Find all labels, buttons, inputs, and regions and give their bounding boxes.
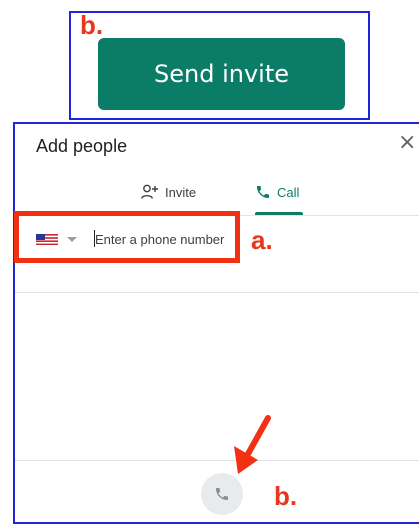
send-invite-button[interactable]: Send invite xyxy=(98,38,345,110)
footer-divider xyxy=(15,460,419,461)
add-person-icon xyxy=(141,184,158,199)
close-icon[interactable]: × xyxy=(398,132,416,154)
tab-call-label: Call xyxy=(277,184,300,200)
phone-number-input[interactable] xyxy=(95,228,230,250)
tab-call[interactable]: Call xyxy=(255,184,299,200)
annotation-label-a: a. xyxy=(251,225,273,255)
country-dropdown-caret-icon[interactable] xyxy=(67,237,77,242)
phone-icon xyxy=(257,186,269,198)
pointer-arrow-icon xyxy=(234,415,271,474)
call-button[interactable] xyxy=(201,473,243,515)
tab-invite-label: Invite xyxy=(165,184,197,200)
annotation-label-b-bottom: b. xyxy=(274,481,298,511)
add-people-dialog: Add people × Invite Call xyxy=(13,122,419,524)
dialog-title: Add people xyxy=(36,136,128,156)
phone-icon xyxy=(216,488,228,500)
us-flag-icon[interactable] xyxy=(36,234,58,245)
phone-row-divider xyxy=(15,292,419,293)
tab-invite[interactable]: Invite xyxy=(141,184,196,200)
annotation-label-b-top: b. xyxy=(80,10,104,40)
